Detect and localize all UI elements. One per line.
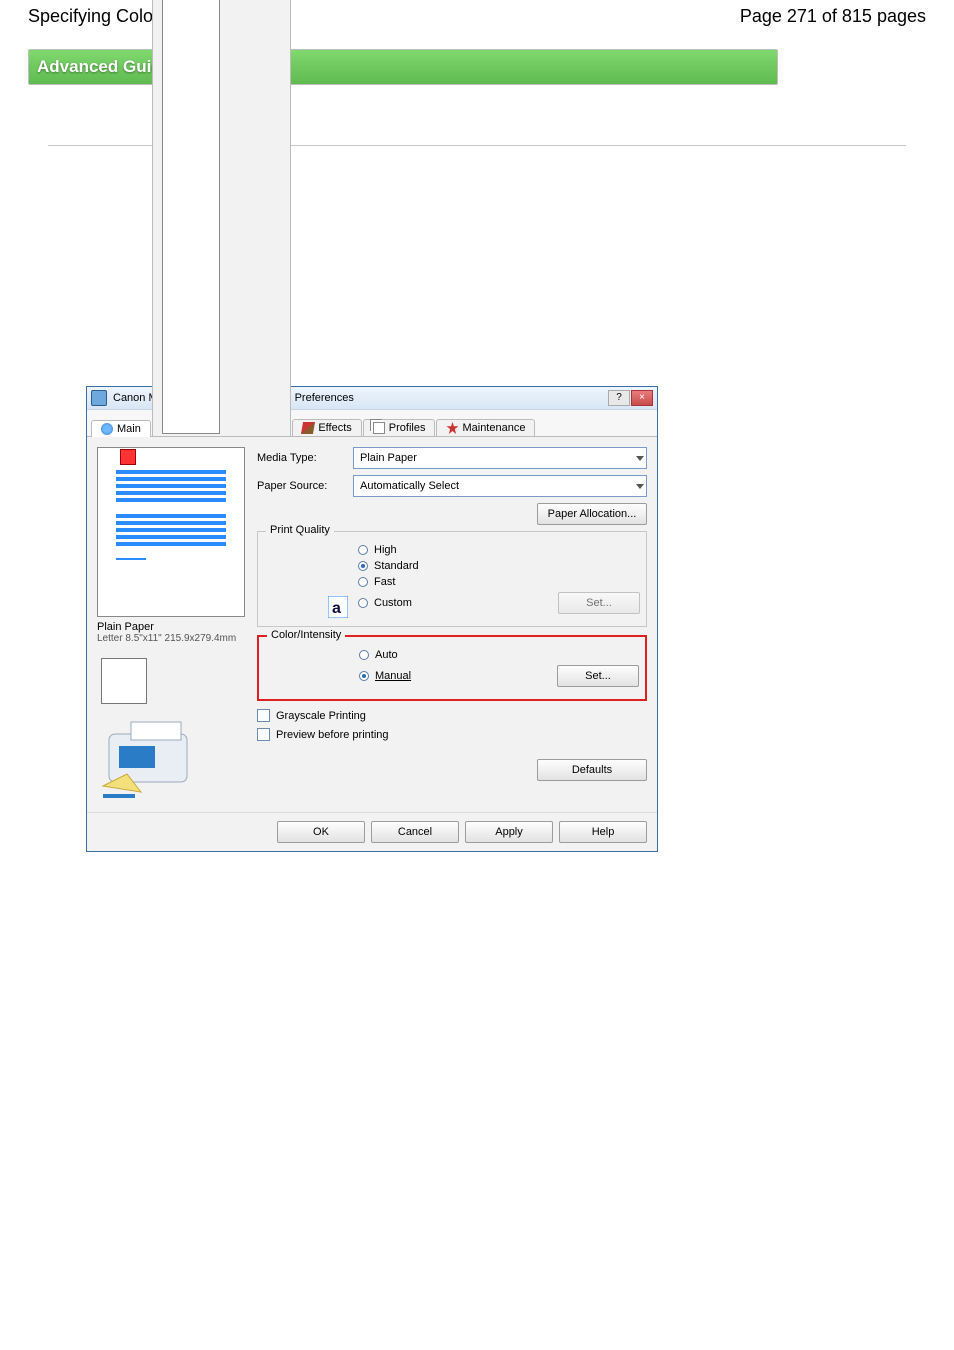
color-intensity-group: Color/Intensity Auto Manual Set... <box>257 635 647 701</box>
tab-maintenance-label: Maintenance <box>462 422 525 434</box>
dialog-footer: OK Cancel Apply Help <box>87 812 657 851</box>
tab-main[interactable]: Main <box>91 420 151 437</box>
page-preview <box>97 447 245 617</box>
tab-profiles[interactable]: Profiles <box>363 419 436 436</box>
color-set-button[interactable]: Set... <box>557 665 639 687</box>
preview-before-label: Preview before printing <box>276 729 389 741</box>
paper-source-label: Paper Source: <box>257 480 353 492</box>
apply-button[interactable]: Apply <box>465 821 553 843</box>
page-icon <box>162 0 220 434</box>
tab-strip: Main Page Setup Effects Profiles Mainten… <box>87 410 657 437</box>
maintenance-icon <box>446 422 458 434</box>
defaults-button[interactable]: Defaults <box>537 759 647 781</box>
preview-badge-icon <box>120 449 136 465</box>
quality-fast-radio[interactable]: Fast <box>358 576 636 588</box>
color-auto-radio[interactable]: Auto <box>359 649 635 661</box>
preview-media-label: Plain Paper <box>97 621 249 633</box>
tab-profiles-label: Profiles <box>389 422 426 434</box>
chevron-down-icon <box>636 456 644 461</box>
quality-sample-icon: a <box>328 596 348 618</box>
tab-main-label: Main <box>117 423 141 435</box>
print-quality-group: Print Quality a High Standard Fast Custo… <box>257 531 647 627</box>
quality-set-button: Set... <box>558 592 640 614</box>
color-swatch <box>101 658 147 704</box>
quality-standard-label: Standard <box>374 560 419 572</box>
banner: Advanced Guide <box>28 49 778 85</box>
paper-source-value: Automatically Select <box>360 480 459 492</box>
cancel-button[interactable]: Cancel <box>371 821 459 843</box>
help-button[interactable]: Help <box>559 821 647 843</box>
quality-high-label: High <box>374 544 397 556</box>
chevron-down-icon <box>636 484 644 489</box>
brush-icon <box>301 422 315 434</box>
color-auto-label: Auto <box>375 649 398 661</box>
help-window-button[interactable]: ? <box>608 390 630 406</box>
media-type-select[interactable]: Plain Paper <box>353 447 647 469</box>
quality-high-radio[interactable]: High <box>358 544 636 556</box>
quality-custom-radio[interactable]: Custom <box>358 597 412 609</box>
printer-icon <box>91 390 107 406</box>
grayscale-checkbox[interactable]: Grayscale Printing <box>257 709 647 722</box>
quality-custom-label: Custom <box>374 597 412 609</box>
print-preferences-dialog: Canon MP620 series Printer Printing Pref… <box>86 386 658 852</box>
paper-allocation-button[interactable]: Paper Allocation... <box>537 503 647 525</box>
tab-effects-label: Effects <box>318 422 351 434</box>
page-number: Page 271 of 815 pages <box>740 6 926 27</box>
tab-maintenance[interactable]: Maintenance <box>436 419 535 436</box>
color-manual-radio[interactable]: Manual <box>359 670 411 682</box>
grayscale-label: Grayscale Printing <box>276 710 366 722</box>
color-intensity-legend: Color/Intensity <box>267 629 345 641</box>
svg-text:a: a <box>332 600 341 617</box>
media-type-label: Media Type: <box>257 452 353 464</box>
preview-before-checkbox[interactable]: Preview before printing <box>257 728 647 741</box>
quality-fast-label: Fast <box>374 576 395 588</box>
globe-icon <box>101 423 113 435</box>
tab-page-setup[interactable]: Page Setup <box>152 0 292 436</box>
tab-effects[interactable]: Effects <box>292 419 361 436</box>
paper-source-select[interactable]: Automatically Select <box>353 475 647 497</box>
print-quality-legend: Print Quality <box>266 524 334 536</box>
media-type-value: Plain Paper <box>360 452 417 464</box>
ok-button[interactable]: OK <box>277 821 365 843</box>
close-window-button[interactable]: × <box>631 390 653 406</box>
preview-size-label: Letter 8.5"x11" 215.9x279.4mm <box>97 633 249 644</box>
quality-standard-radio[interactable]: Standard <box>358 560 636 572</box>
printer-thumb-icon <box>97 716 249 806</box>
profiles-icon <box>373 422 385 434</box>
color-manual-label: Manual <box>375 670 411 682</box>
